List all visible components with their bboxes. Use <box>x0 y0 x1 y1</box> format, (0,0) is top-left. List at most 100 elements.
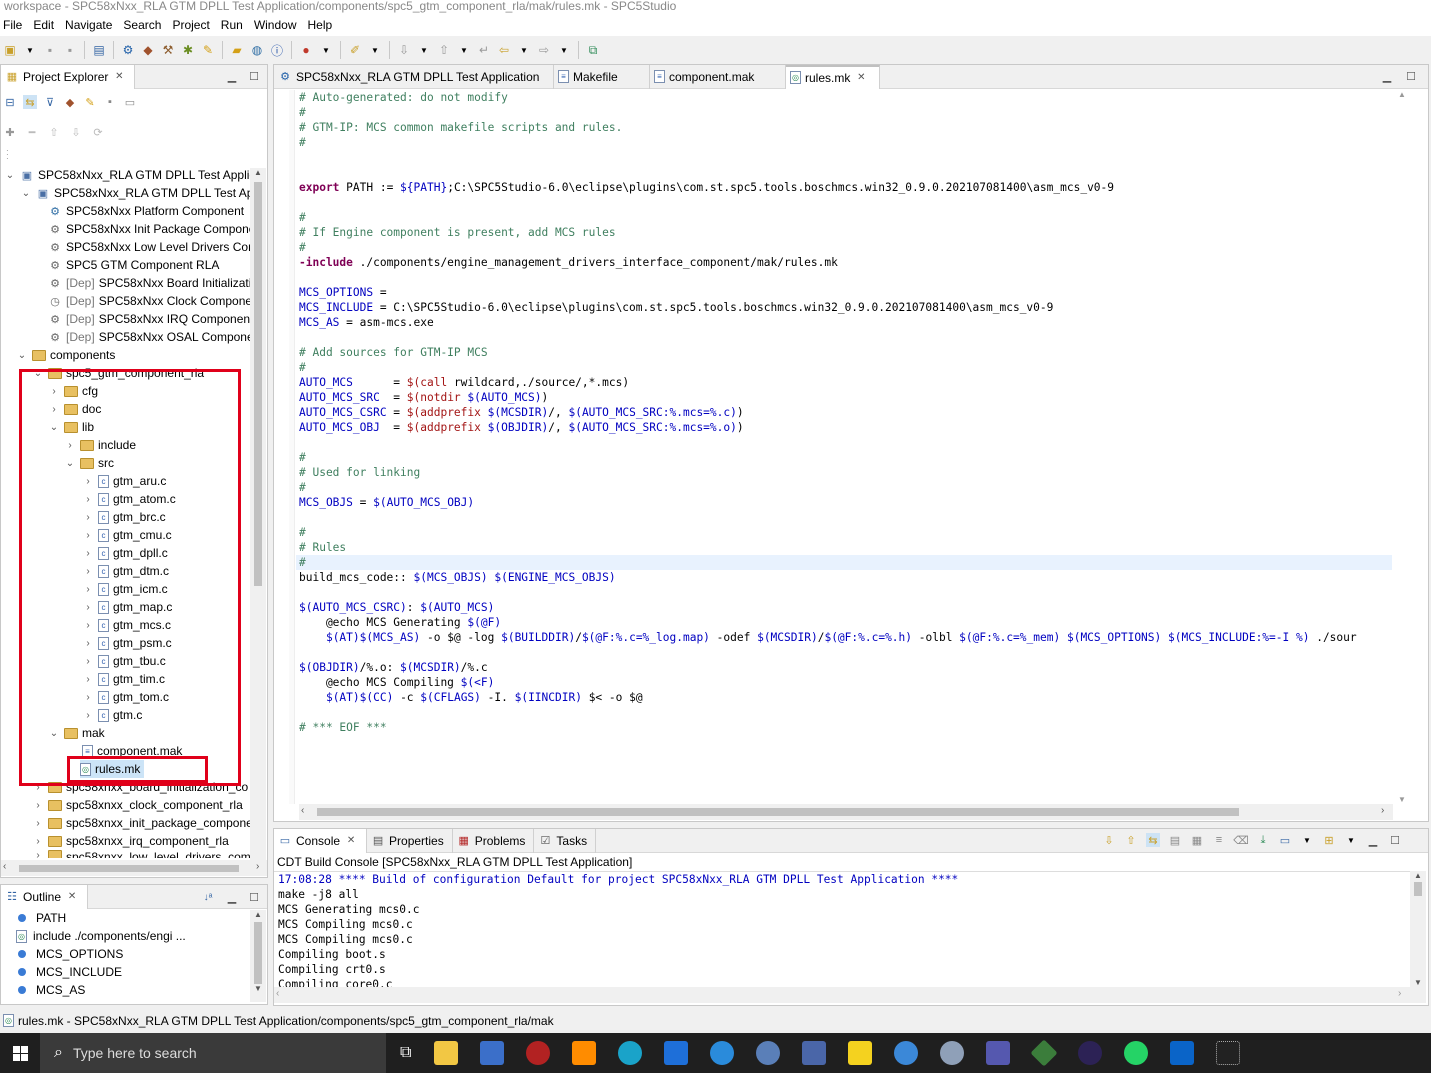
tree-item-clock-folder[interactable]: › spc58xnxx_clock_component_rla <box>32 796 242 814</box>
scroll-up-icon[interactable]: ▲ <box>250 168 266 182</box>
prev-annotation-icon[interactable]: ⇧ <box>436 42 452 58</box>
save-icon[interactable]: ▪ <box>42 42 58 58</box>
scroll-down-icon[interactable]: ▼ <box>1410 978 1426 987</box>
chat-app-icon[interactable] <box>894 1041 919 1065</box>
word-wrap-icon[interactable]: ≡ <box>1212 833 1226 847</box>
dropdown-icon[interactable]: ▼ <box>1300 833 1314 847</box>
scroll-left-icon[interactable]: ‹ <box>276 988 279 999</box>
close-icon[interactable]: ✕ <box>344 834 358 848</box>
maximize-icon[interactable]: ☐ <box>247 890 261 904</box>
dropdown-icon[interactable]: ▼ <box>318 42 334 58</box>
tree-item-clock-component[interactable]: ◷ [Dep] SPC58xNxx Clock Compone <box>48 292 252 310</box>
tree-item-irq-component[interactable]: ⚙ [Dep] SPC58xNxx IRQ Component <box>48 310 253 328</box>
maximize-icon[interactable]: ☐ <box>1404 69 1418 83</box>
chrome-like-app-icon[interactable] <box>756 1041 781 1065</box>
outline-scrollbar[interactable]: ▲ ▼ <box>250 910 266 1002</box>
refresh-icon[interactable]: ⟳ <box>91 125 105 139</box>
scroll-up-icon[interactable]: ▲ <box>250 910 266 922</box>
forward-icon[interactable]: ⇨ <box>536 42 552 58</box>
tree-item-board-init[interactable]: ⚙ [Dep] SPC58xNxx Board Initializati <box>48 274 251 292</box>
scroll-left-icon[interactable]: ‹ <box>301 805 304 816</box>
explorer-horizontal-scrollbar[interactable]: ‹ › <box>1 860 267 876</box>
dropdown-icon[interactable]: ▼ <box>22 42 38 58</box>
prev-icon[interactable]: ⇧ <box>1124 833 1138 847</box>
move-down-icon[interactable]: ⇩ <box>69 125 83 139</box>
outline-item[interactable]: MCS_AS <box>18 981 85 999</box>
globe-icon[interactable]: ◍ <box>249 42 265 58</box>
scroll-left-icon[interactable]: ‹ <box>3 861 6 872</box>
floppy-app-icon[interactable] <box>480 1041 505 1065</box>
yammer-icon[interactable] <box>664 1041 689 1065</box>
console-vertical-scrollbar[interactable]: ▲ ▼ <box>1410 871 1426 987</box>
network-app-icon[interactable] <box>802 1041 827 1065</box>
tree-item-gtm-component[interactable]: ⚙ SPC5 GTM Component RLA <box>48 256 219 274</box>
console-icon[interactable]: ▭ <box>123 95 137 109</box>
teams-icon[interactable] <box>986 1041 1011 1065</box>
clear-console-icon[interactable]: ⌫ <box>1233 833 1249 847</box>
tab-project-explorer[interactable]: ▦ Project Explorer ✕ <box>1 64 136 89</box>
start-button[interactable] <box>0 1033 40 1073</box>
menu-search[interactable]: Search <box>120 18 167 32</box>
spc5-icon[interactable]: ⚙ <box>120 42 136 58</box>
tab-makefile[interactable]: ≡ Makefile <box>554 64 650 89</box>
build-hammer-icon[interactable]: ⚒ <box>160 42 176 58</box>
tab-problems[interactable]: ▦ Problems <box>453 828 535 853</box>
task-view-icon[interactable]: ⧉ <box>400 1044 411 1062</box>
tree-item-project-root[interactable]: ⌄ ▣ SPC58xNxx_RLA GTM DPLL Test Applicat <box>4 166 266 184</box>
info-icon[interactable]: ⓘ <box>269 42 285 58</box>
minimize-icon[interactable]: ▁ <box>1366 833 1380 847</box>
tab-properties[interactable]: ▤ Properties <box>367 828 453 853</box>
paint-app-icon[interactable] <box>940 1041 965 1065</box>
collapse-all-icon[interactable]: ⊟ <box>3 95 17 109</box>
back-icon[interactable]: ⇦ <box>496 42 512 58</box>
menu-run[interactable]: Run <box>218 18 249 32</box>
system-app-icon[interactable] <box>1216 1041 1241 1065</box>
console-icon[interactable]: ▤ <box>91 42 107 58</box>
outline-item[interactable]: PATH <box>18 909 66 927</box>
next-annotation-icon[interactable]: ⇩ <box>396 42 412 58</box>
clean-icon[interactable]: ✎ <box>83 95 97 109</box>
scroll-down-icon[interactable]: ▼ <box>1394 795 1410 804</box>
menu-window[interactable]: Window <box>251 18 303 32</box>
console-output[interactable]: 17:08:28 **** Build of configuration Def… <box>274 871 1410 987</box>
new-console-icon[interactable]: ⊞ <box>1322 833 1336 847</box>
scroll-up-icon[interactable]: ▲ <box>1410 871 1426 880</box>
remove-icon[interactable]: ━ <box>25 125 39 139</box>
move-up-icon[interactable]: ⇧ <box>47 125 61 139</box>
outline-item[interactable]: ◎ include ./components/engi ... <box>16 927 186 945</box>
close-icon[interactable]: ✕ <box>854 71 868 85</box>
editor-horizontal-scrollbar[interactable]: ‹ › <box>299 804 1393 820</box>
git-app-icon[interactable] <box>1030 1039 1059 1067</box>
taskbar-search[interactable]: ⌕ Type here to search <box>40 1033 386 1073</box>
dropdown-icon[interactable]: ▼ <box>416 42 432 58</box>
outline-item[interactable]: MCS_OPTIONS <box>18 945 123 963</box>
tab-outline[interactable]: ☷ Outline ✕ <box>1 884 89 909</box>
tree-item-init-package[interactable]: ⚙ SPC58xNxx Init Package Compone <box>48 220 255 238</box>
dropdown-icon[interactable]: ▼ <box>367 42 383 58</box>
tab-rules-mk[interactable]: ◎ rules.mk ✕ <box>786 64 880 89</box>
maximize-icon[interactable]: ☐ <box>247 70 261 84</box>
scrollbar-thumb[interactable] <box>254 182 262 586</box>
scroll-lock-icon[interactable]: ▦ <box>1190 833 1204 847</box>
scroll-up-icon[interactable]: ▲ <box>1394 90 1410 99</box>
next-icon[interactable]: ⇩ <box>1102 833 1116 847</box>
last-edit-icon[interactable]: ↵ <box>476 42 492 58</box>
menu-file[interactable]: File <box>0 18 28 32</box>
clean-icon[interactable]: ✎ <box>200 42 216 58</box>
copy-icon[interactable]: ▤ <box>1168 833 1182 847</box>
pin-icon[interactable]: ✐ <box>347 42 363 58</box>
outlook-icon[interactable] <box>1170 1041 1195 1065</box>
run-icon[interactable]: ● <box>298 42 314 58</box>
tree-item-lld-folder[interactable]: › spc58xnxx_low_level_drivers_comp <box>32 850 257 858</box>
dropdown-icon[interactable]: ▼ <box>556 42 572 58</box>
scrollbar-thumb[interactable] <box>254 922 262 984</box>
sort-icon[interactable]: ↓ᵃ <box>201 890 215 904</box>
whatsapp-icon[interactable] <box>1124 1041 1149 1065</box>
pin-console-icon[interactable]: ⤓ <box>1256 833 1270 847</box>
chevron-down-icon[interactable]: ⌄ <box>16 350 28 361</box>
minimize-icon[interactable]: ▁ <box>225 890 239 904</box>
scrollbar-thumb[interactable] <box>1414 882 1422 896</box>
scroll-right-icon[interactable]: › <box>1381 805 1384 816</box>
dropdown-icon[interactable]: ▼ <box>1344 833 1358 847</box>
filter-icon[interactable]: ⊽ <box>43 95 57 109</box>
